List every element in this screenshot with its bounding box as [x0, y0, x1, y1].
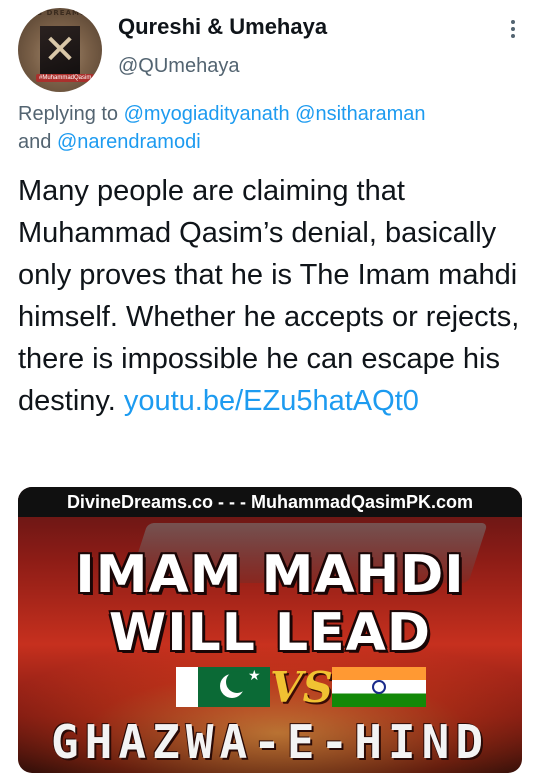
avatar-x-mark: ✕ — [43, 27, 77, 73]
mention-link[interactable]: @myogiadityanath — [124, 103, 290, 125]
tweet-body: Many people are claiming that Muhammad Q… — [18, 170, 530, 422]
flag-chakra — [372, 680, 386, 694]
avatar-hashtag: #MuhammadQasim — [36, 74, 95, 82]
tweet-media-image[interactable]: DivineDreams.co - - - MuhammadQasimPK.co… — [18, 487, 522, 773]
flag-crescent-cutout — [226, 671, 248, 693]
author-handle[interactable]: @QUmehaya — [118, 55, 239, 78]
more-options-dot — [511, 27, 515, 31]
india-flag-icon — [332, 667, 426, 707]
replying-to-label: Replying to — [18, 103, 124, 125]
author-avatar[interactable]: 'S DREAMS ✕ #MuhammadQasim — [18, 8, 102, 92]
media-bottom-title: GHAZWA-E-HIND — [50, 715, 490, 769]
tweet-link[interactable]: youtu.be/EZu5hatAQt0 — [124, 385, 419, 417]
replying-to-line: Replying to @myogiadityanath @nsitharama… — [18, 100, 528, 156]
replying-to-conjunction: and — [18, 131, 57, 153]
media-header-banner: DivineDreams.co - - - MuhammadQasimPK.co… — [18, 487, 522, 517]
more-options-icon[interactable] — [500, 16, 526, 42]
author-display-name[interactable]: Qureshi & Umehaya — [118, 14, 327, 40]
flag-star: ★ — [248, 668, 261, 684]
more-options-dot — [511, 20, 515, 24]
tweet-text: Many people are claiming that Muhammad Q… — [18, 175, 520, 417]
mention-link[interactable]: @nsitharaman — [295, 103, 425, 125]
media-vs-text: VS — [270, 663, 333, 712]
avatar-caption: 'S DREAMS — [33, 9, 87, 17]
more-options-dot — [511, 34, 515, 38]
pakistan-flag-icon: ★ — [176, 667, 270, 707]
mention-link[interactable]: @narendramodi — [57, 131, 201, 153]
media-headline-line-2: WILL LEAD — [108, 603, 432, 663]
media-headline-line-1: IMAM MAHDI — [75, 545, 465, 605]
